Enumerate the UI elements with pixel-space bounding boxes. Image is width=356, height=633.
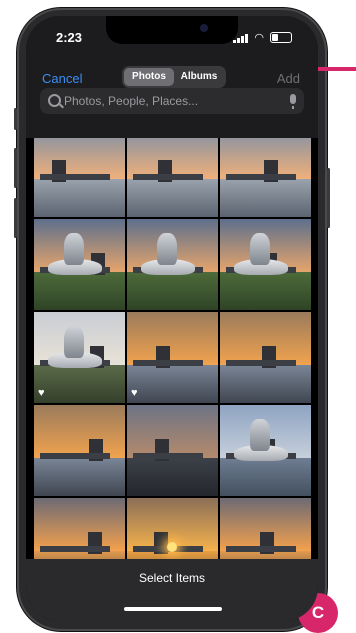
- photo-thumbnail[interactable]: [220, 405, 311, 496]
- photo-thumbnail[interactable]: [34, 405, 125, 496]
- search-icon: [48, 94, 61, 107]
- add-button[interactable]: Add: [277, 71, 300, 86]
- heart-icon: ♥: [131, 387, 138, 399]
- photos-albums-segmented-control: Photos Albums: [122, 66, 226, 88]
- search-input[interactable]: Photos, People, Places...: [40, 88, 304, 114]
- front-camera: [200, 24, 208, 32]
- battery-icon: [270, 32, 292, 43]
- status-icons: ◠: [233, 32, 292, 43]
- search-placeholder: Photos, People, Places...: [64, 94, 199, 108]
- volume-down-button: [14, 198, 17, 238]
- microphone-icon[interactable]: [290, 94, 296, 109]
- status-time: 2:23: [56, 30, 83, 45]
- photo-thumbnail[interactable]: [220, 126, 311, 217]
- wifi-icon: ◠: [254, 31, 264, 44]
- home-indicator[interactable]: [124, 607, 222, 611]
- cancel-button[interactable]: Cancel: [42, 71, 82, 86]
- photo-thumbnail[interactable]: [220, 219, 311, 310]
- tab-photos[interactable]: Photos: [124, 68, 174, 86]
- photo-thumbnail[interactable]: [127, 126, 218, 217]
- photo-thumbnail[interactable]: [34, 126, 125, 217]
- bottom-bar: Select Items: [26, 559, 318, 621]
- photo-thumbnail[interactable]: [220, 312, 311, 403]
- volume-up-button: [14, 148, 17, 188]
- select-items-label: Select Items: [138, 571, 206, 585]
- heart-icon: ♥: [38, 387, 45, 399]
- photo-thumbnail[interactable]: ♥: [34, 312, 125, 403]
- notch: [106, 16, 238, 44]
- tab-albums[interactable]: Albums: [174, 68, 224, 86]
- photo-thumbnail[interactable]: [127, 405, 218, 496]
- phone-screen: 2:23 ◠ Cancel Photos Albums Add Photos, …: [26, 16, 318, 621]
- power-button: [327, 168, 330, 228]
- photo-thumbnail[interactable]: [34, 219, 125, 310]
- photo-thumbnail[interactable]: ♥: [127, 312, 218, 403]
- photo-grid: ♥ ♥: [34, 126, 311, 589]
- mute-switch: [14, 108, 17, 130]
- photo-thumbnail[interactable]: [127, 219, 218, 310]
